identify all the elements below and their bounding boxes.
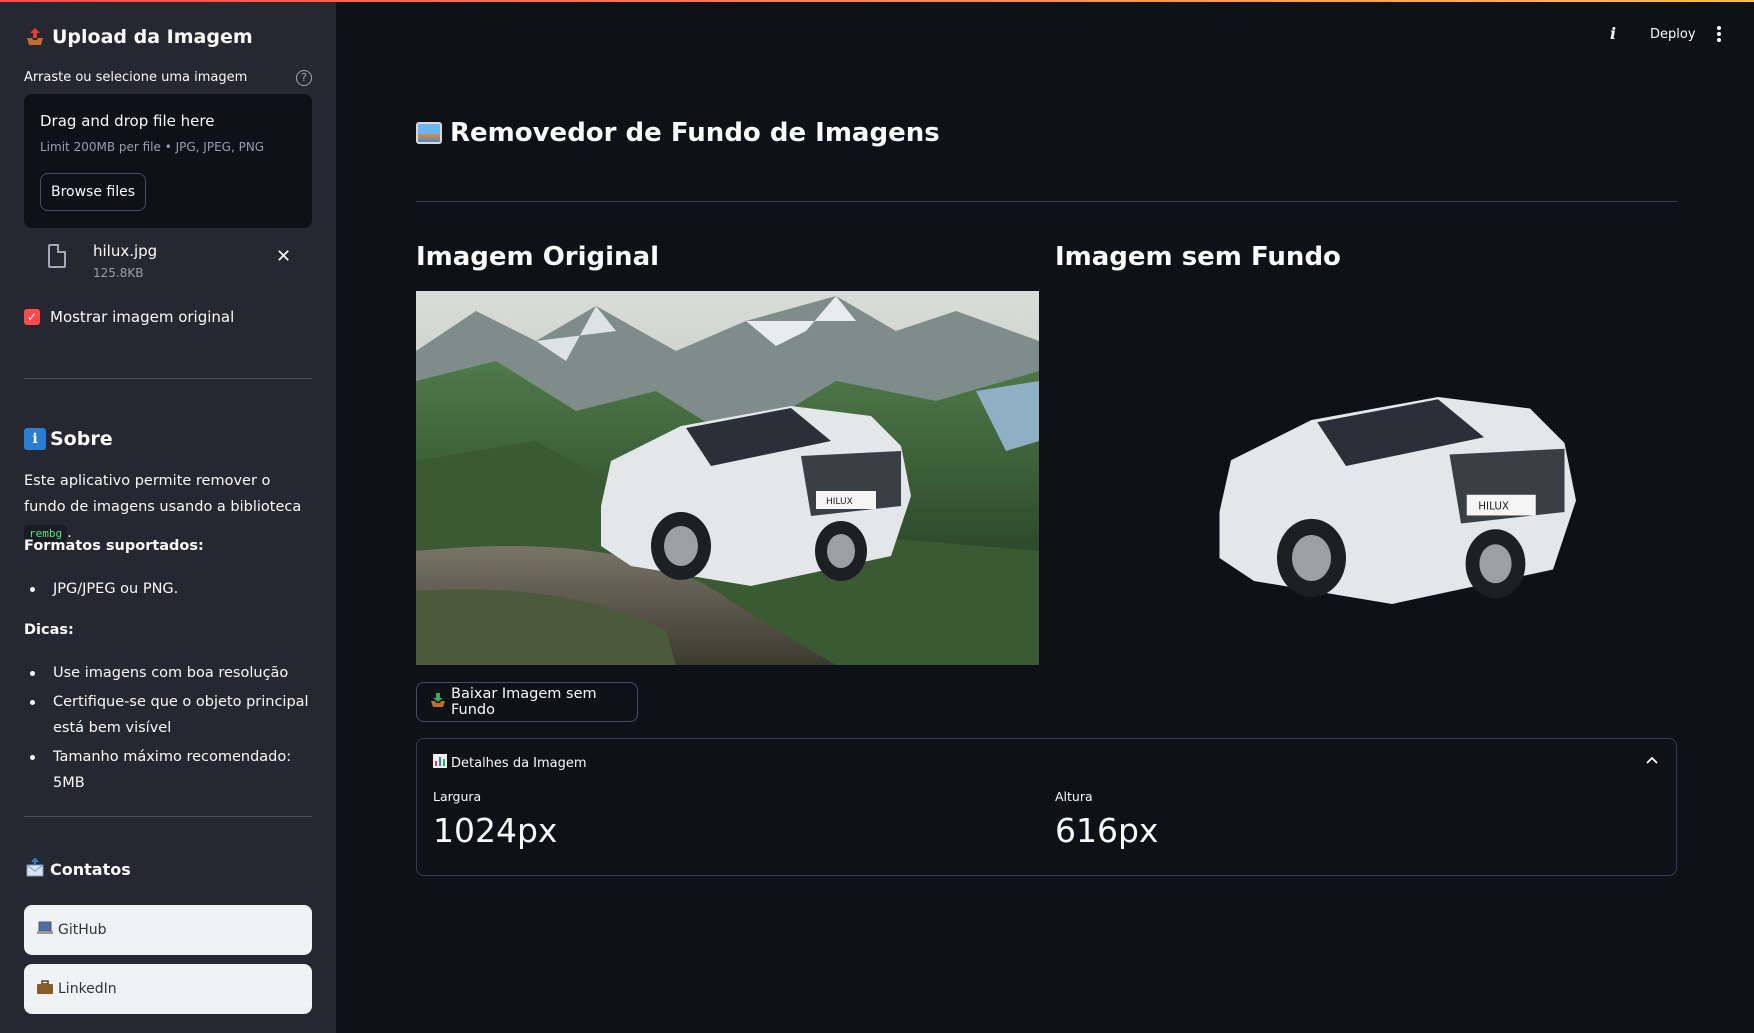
show-original-checkbox[interactable]: ✓ <box>24 309 40 325</box>
show-original-checkbox-row[interactable]: ✓ Mostrar imagem original <box>24 308 234 326</box>
info-button[interactable]: i <box>1610 24 1616 43</box>
svg-text:HILUX: HILUX <box>826 497 853 507</box>
metric-label-width: Largura <box>433 789 482 804</box>
deploy-button[interactable]: Deploy <box>1650 27 1696 42</box>
dropzone-title: Drag and drop file here <box>40 112 215 130</box>
metric-value-height: 616px <box>1055 811 1159 850</box>
top-accent-line <box>0 0 1754 2</box>
list-item: Certifique-se que o objeto principal est… <box>24 689 314 741</box>
bar-chart-icon <box>433 754 447 772</box>
chevron-up-icon[interactable] <box>1646 753 1658 768</box>
page-title: Removedor de Fundo de Imagens <box>416 118 940 148</box>
expander-header[interactable]: Detalhes da Imagem <box>433 754 587 772</box>
file-size: 125.8KB <box>93 266 144 280</box>
original-image: HILUX <box>416 291 1039 665</box>
original-image-title: Imagem Original <box>416 242 660 272</box>
linkedin-label: LinkedIn <box>58 981 117 997</box>
envelope-icon <box>24 857 46 880</box>
uploader-label: Arraste ou selecione uma imagem <box>24 70 248 85</box>
formats-title: Formatos suportados: <box>24 538 204 554</box>
nobg-image-title: Imagem sem Fundo <box>1055 242 1341 272</box>
info-icon: i <box>24 428 46 450</box>
file-name: hilux.jpg <box>93 242 158 260</box>
framed-picture-icon <box>416 122 442 144</box>
tips-title: Dicas: <box>24 622 74 638</box>
uploaded-file-row: hilux.jpg 125.8KB ✕ <box>24 238 312 288</box>
download-icon <box>429 691 447 713</box>
image-details-expander[interactable]: Detalhes da Imagem Largura 1024px Altura… <box>416 738 1677 876</box>
no-background-image: HILUX <box>1055 291 1678 665</box>
contatos-title: Contatos <box>24 857 131 880</box>
file-dropzone[interactable]: Drag and drop file here Limit 200MB per … <box>24 94 312 228</box>
upload-title: Upload da Imagem <box>24 26 253 48</box>
list-item: Tamanho máximo recomendado: 5MB <box>24 744 314 796</box>
checkbox-label: Mostrar imagem original <box>50 308 235 326</box>
sobre-text: Este aplicativo permite remover o fundo … <box>24 473 302 515</box>
formats-list: JPG/JPEG ou PNG. <box>24 576 314 605</box>
main-menu-icon[interactable] <box>1717 26 1721 42</box>
page-title-text: Removedor de Fundo de Imagens <box>450 118 940 148</box>
main-divider <box>416 201 1677 202</box>
linkedin-button[interactable]: LinkedIn <box>24 964 312 1014</box>
browse-files-button[interactable]: Browse files <box>40 173 146 211</box>
sidebar-divider <box>24 378 312 379</box>
sobre-title-text: Sobre <box>50 428 113 450</box>
outbox-tray-icon <box>24 26 46 48</box>
sobre-title: i Sobre <box>24 428 113 450</box>
file-icon <box>48 244 66 268</box>
sobre-description: Este aplicativo permite remover o fundo … <box>24 468 314 547</box>
help-icon[interactable]: ? <box>296 70 312 86</box>
expander-title: Detalhes da Imagem <box>451 755 587 771</box>
briefcase-icon <box>36 979 54 999</box>
upload-title-text: Upload da Imagem <box>52 26 253 48</box>
list-item: JPG/JPEG ou PNG. <box>24 576 314 602</box>
tips-list: Use imagens com boa resolução Certifique… <box>24 660 314 799</box>
download-label: Baixar Imagem sem Fundo <box>451 686 597 718</box>
laptop-icon <box>36 921 54 939</box>
sidebar: Upload da Imagem Arraste ou selecione um… <box>0 0 336 1033</box>
metric-label-height: Altura <box>1055 789 1093 804</box>
github-button[interactable]: GitHub <box>24 905 312 955</box>
close-icon[interactable]: ✕ <box>276 246 291 267</box>
contatos-title-text: Contatos <box>50 859 131 879</box>
list-item: Use imagens com boa resolução <box>24 660 314 686</box>
metric-value-width: 1024px <box>433 811 558 850</box>
github-label: GitHub <box>58 922 107 938</box>
dropzone-limit: Limit 200MB per file • JPG, JPEG, PNG <box>40 140 265 154</box>
download-button[interactable]: Baixar Imagem sem Fundo <box>416 682 638 722</box>
svg-text:HILUX: HILUX <box>1478 501 1509 513</box>
sidebar-divider <box>24 816 312 817</box>
